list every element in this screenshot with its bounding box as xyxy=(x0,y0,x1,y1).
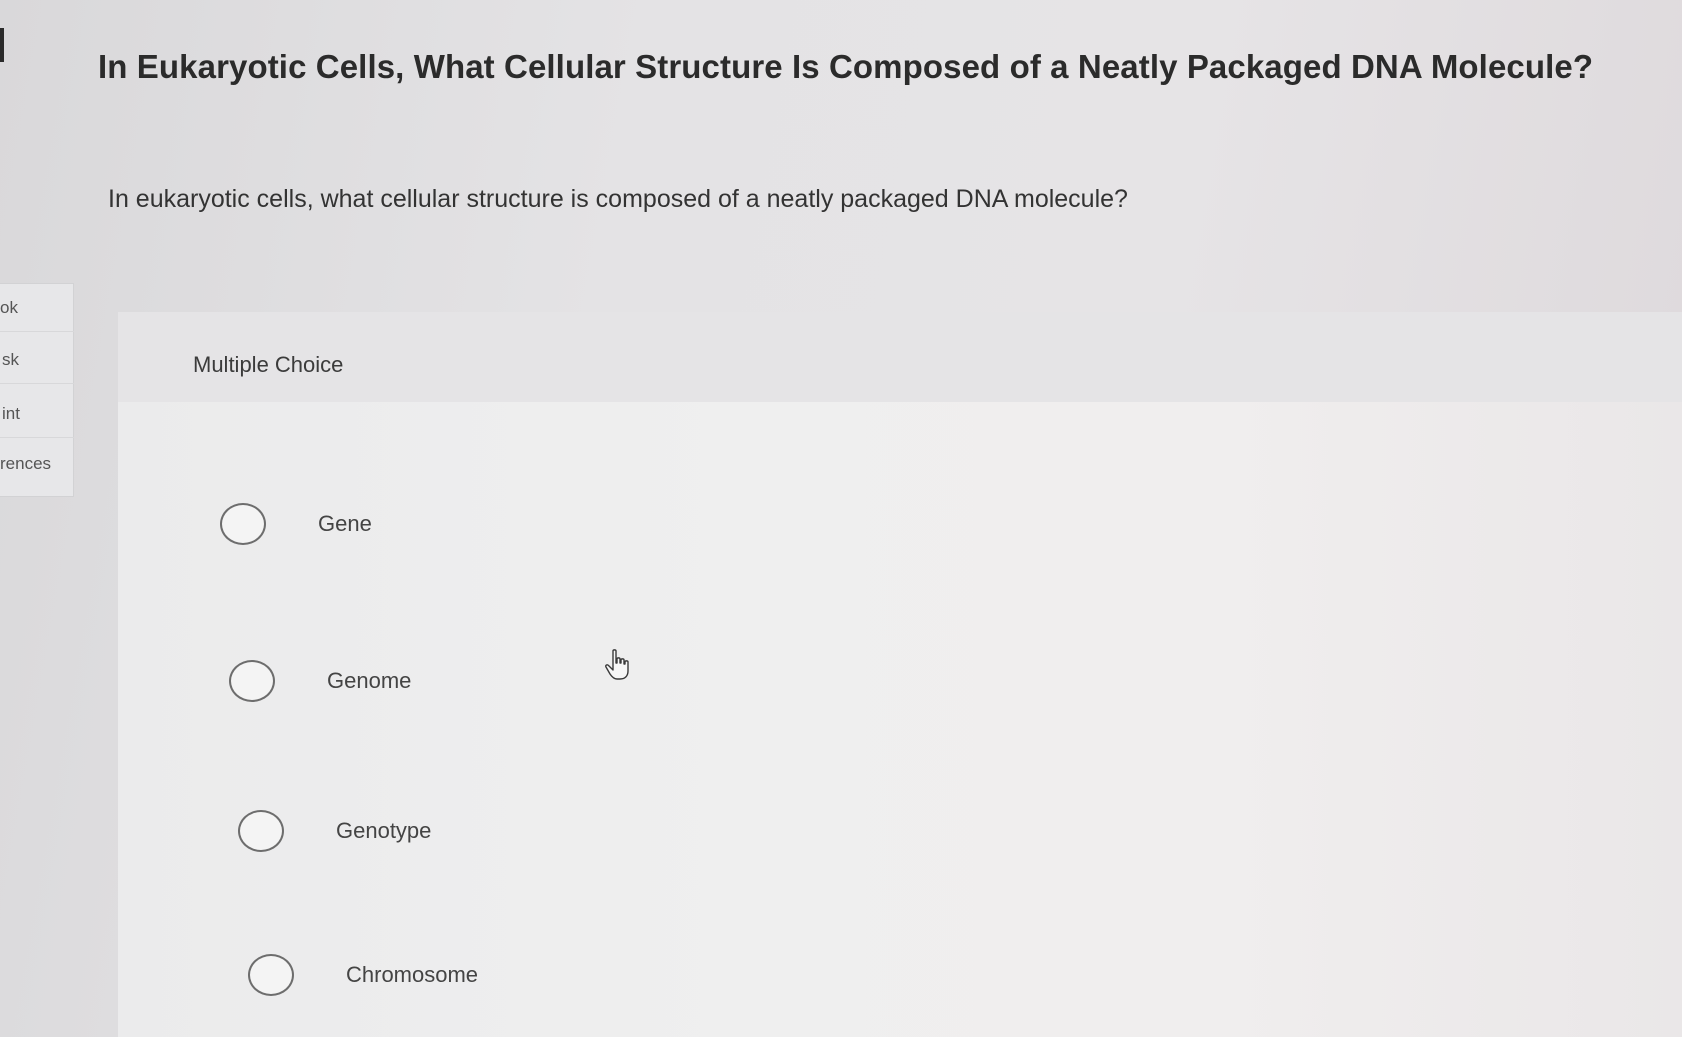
side-tab-label: sk xyxy=(2,350,19,369)
side-tab-references[interactable]: rences xyxy=(0,440,74,488)
radio-button[interactable] xyxy=(229,660,275,702)
side-tab-strip: ok sk int rences xyxy=(0,283,74,497)
choice-label: Chromosome xyxy=(346,962,479,987)
choice-gene[interactable]: Gene xyxy=(220,503,372,545)
choice-genotype[interactable]: Genotype xyxy=(238,810,431,852)
panel-header: Multiple Choice xyxy=(118,312,1682,402)
choice-label: Genome xyxy=(327,668,412,693)
radio-button[interactable] xyxy=(248,954,294,996)
side-tab-label: ok xyxy=(0,298,18,317)
choice-chromosome[interactable]: Chromosome xyxy=(248,954,478,996)
left-edge-marker xyxy=(0,28,4,62)
side-tab-ask[interactable]: sk xyxy=(0,336,74,384)
hand-pointer-icon xyxy=(605,649,629,680)
radio-button[interactable] xyxy=(220,503,266,545)
question-type-label: Multiple Choice xyxy=(193,352,344,377)
side-tab-print[interactable]: int xyxy=(0,390,74,438)
question-prompt: In eukaryotic cells, what cellular struc… xyxy=(108,185,1128,213)
choice-label: Genotype xyxy=(336,818,432,843)
choice-label: Gene xyxy=(318,511,372,536)
side-tab-label: rences xyxy=(0,454,52,473)
radio-button[interactable] xyxy=(238,810,284,852)
side-tab-ebook[interactable]: ok xyxy=(0,284,74,332)
choice-genome[interactable]: Genome xyxy=(229,660,411,702)
page-title: In Eukaryotic Cells, What Cellular Struc… xyxy=(98,48,1594,85)
side-tab-label: int xyxy=(2,404,20,423)
